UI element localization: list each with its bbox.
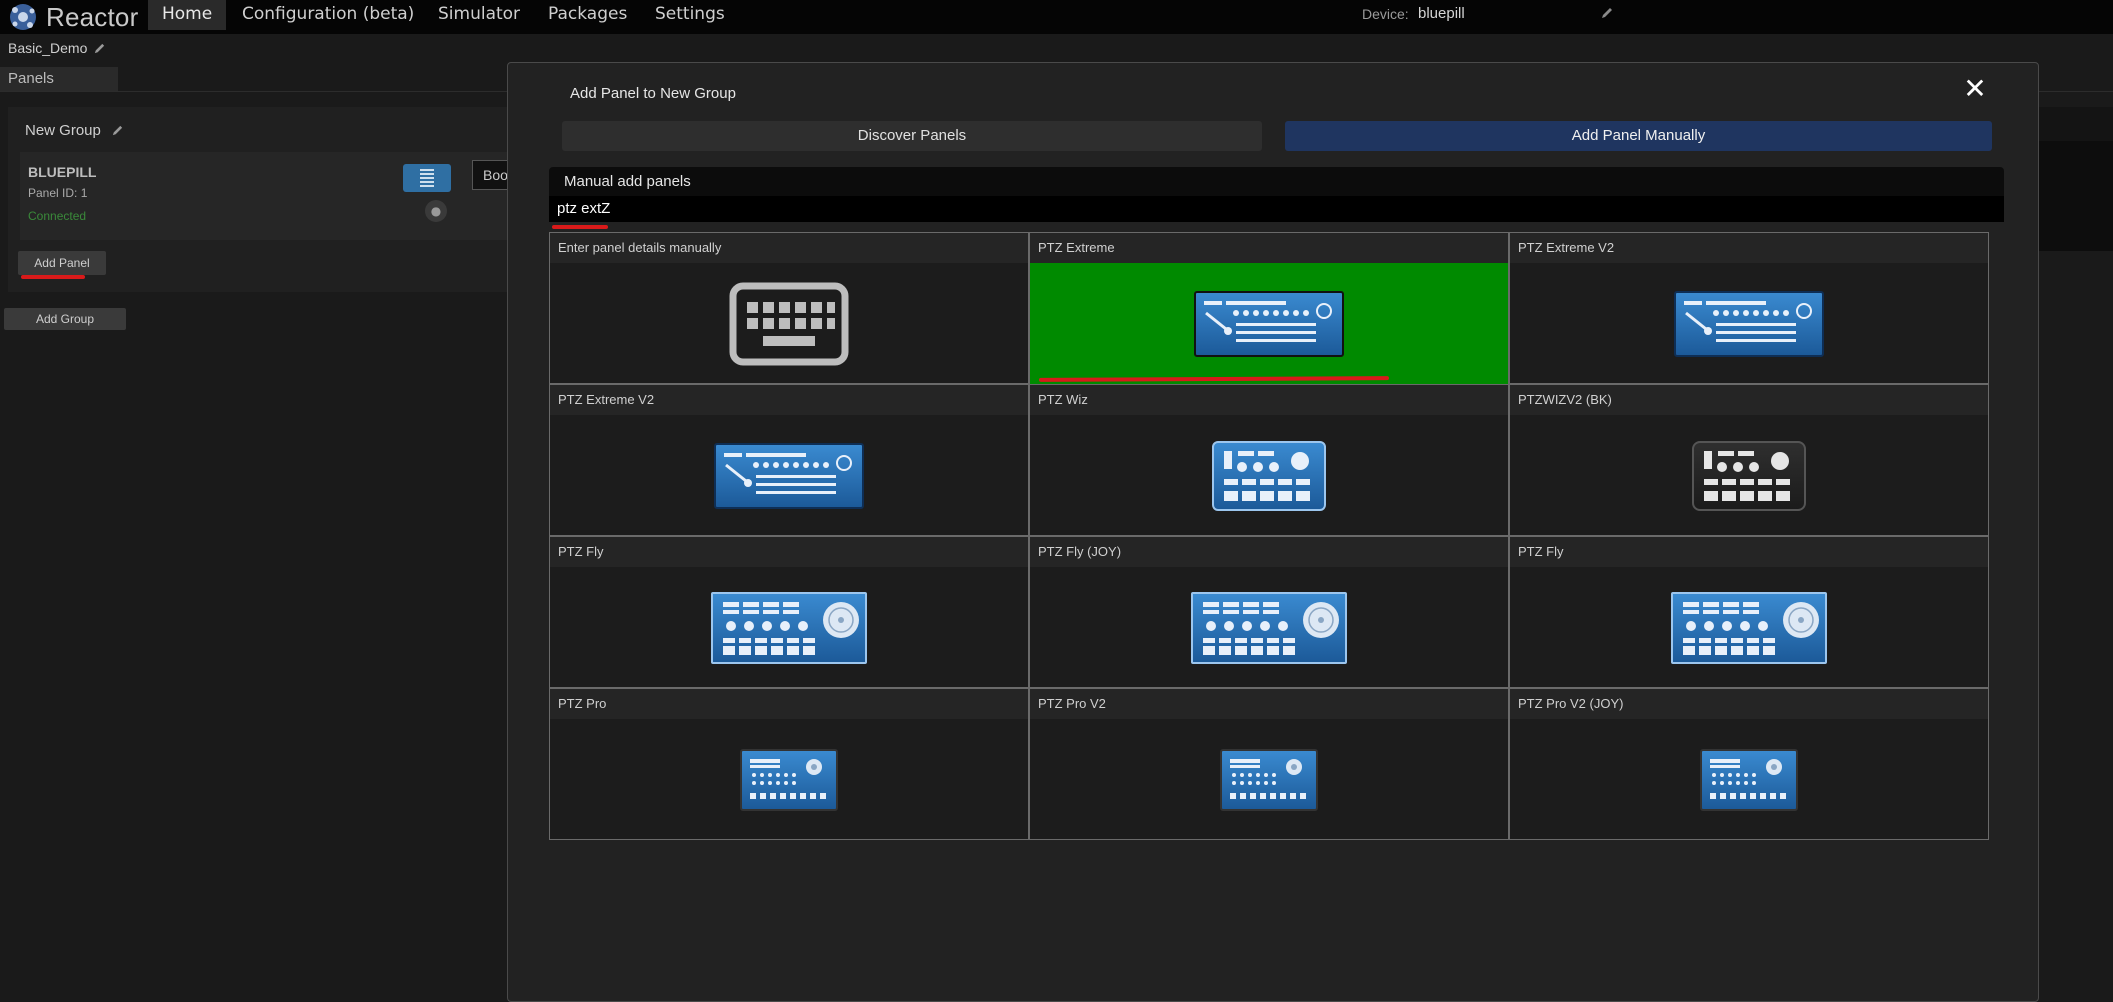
keyboard-icon [729,282,849,365]
add-panel-manually-button[interactable]: Add Panel Manually [1285,121,1992,151]
add-group-button[interactable]: Add Group [4,308,126,330]
panel-type-label: PTZ Pro V2 (JOY) [1510,689,1988,719]
panel-type-label: PTZ Extreme V2 [550,385,1028,415]
panel-type-label: PTZ Pro [550,689,1028,719]
panel-type-cell[interactable]: PTZWIZV2 (BK) [1509,384,1989,536]
panel-card[interactable]: BLUEPILL Panel ID: 1 Connected ● Boot [20,152,532,240]
tab-panels[interactable]: Panels [0,67,118,91]
nav-home[interactable]: Home [148,0,227,30]
app-logo[interactable]: Reactor [6,1,138,33]
app-name: Reactor [46,1,139,32]
top-nav-bar: Reactor Home Configuration (beta) Simula… [0,0,2113,34]
panel-type-image [550,263,1028,384]
group-title-row: New Group [25,122,124,139]
panel-type-cell[interactable]: PTZ Wiz [1029,384,1509,536]
panel-type-image [1030,567,1508,688]
panel-type-grid: Enter panel details manually PTZ Extreme [549,232,1989,840]
panel-type-cell[interactable]: PTZ Fly (JOY) [1029,536,1509,688]
reactor-logo-icon [10,4,36,30]
project-name[interactable]: Basic_Demo [8,40,87,56]
panel-type-cell[interactable]: PTZ Extreme V2 [1509,232,1989,384]
modal-title: Add Panel to New Group [570,85,736,102]
panel-type-label: PTZ Wiz [1030,385,1508,415]
device-edit-pencil-icon[interactable] [1600,6,1614,20]
panel-type-image [1510,263,1988,384]
panel-type-image [550,415,1028,536]
panel-group: New Group BLUEPILL Panel ID: 1 Connected… [8,107,532,292]
manual-add-title: Manual add panels [564,173,691,190]
panel-type-label: PTZWIZV2 (BK) [1510,385,1988,415]
panel-type-label: PTZ Extreme [1030,233,1508,263]
nav-simulator[interactable]: Simulator [424,0,534,30]
close-icon[interactable]: ✕ [1960,75,1990,105]
discover-panels-button[interactable]: Discover Panels [562,121,1262,151]
ptz-fly-device [1191,591,1347,664]
nav-settings[interactable]: Settings [641,0,739,30]
add-panel-modal: Add Panel to New Group ✕ Discover Panels… [507,62,2039,1002]
panel-name: BLUEPILL [28,164,97,180]
panel-id: Panel ID: 1 [28,186,88,200]
panel-type-label: PTZ Fly [1510,537,1988,567]
panel-type-image [1510,567,1988,688]
panel-search-input[interactable] [557,198,1157,218]
panel-type-label: Enter panel details manually [550,233,1028,263]
panel-type-image [550,567,1028,688]
panel-status: Connected [28,209,87,223]
ptz-pro-device [1220,748,1318,811]
ptz-wiz-device [1212,440,1326,511]
panel-type-label: PTZ Extreme V2 [1510,233,1988,263]
red-annotation-underline [21,275,85,279]
panel-thumbnail[interactable] [403,164,451,192]
panel-type-cell[interactable]: PTZ Fly [1509,536,1989,688]
panel-type-image [1030,719,1508,840]
ptz-extreme-device [714,442,864,509]
panel-type-cell[interactable]: PTZ Fly [549,536,1029,688]
ptz-extreme-device [1194,290,1344,357]
panel-type-label: PTZ Fly [550,537,1028,567]
ptz-extreme-device [1674,290,1824,357]
add-panel-button[interactable]: Add Panel [18,251,106,275]
ptz-pro-device [740,748,838,811]
panel-type-cell[interactable]: PTZ Extreme V2 [549,384,1029,536]
ptz-fly-device [1671,591,1827,664]
panel-type-image [1030,263,1508,384]
panel-type-cell[interactable]: PTZ Pro V2 [1029,688,1509,840]
search-row [549,196,2004,222]
panel-type-cell[interactable]: PTZ Pro V2 (JOY) [1509,688,1989,840]
panel-type-cell[interactable]: Enter panel details manually [549,232,1029,384]
panel-type-label: PTZ Pro V2 [1030,689,1508,719]
panel-type-image [550,719,1028,840]
panel-type-label: PTZ Fly (JOY) [1030,537,1508,567]
panel-type-cell[interactable]: PTZ Pro [549,688,1029,840]
device-label: Device: [1362,6,1409,22]
red-annotation-underline [552,225,608,229]
group-title[interactable]: New Group [25,122,101,139]
project-name-row: Basic_Demo [8,40,106,56]
panel-type-cell-selected[interactable]: PTZ Extreme [1029,232,1509,384]
panel-type-image [1510,415,1988,536]
nav-configuration[interactable]: Configuration (beta) [228,0,428,30]
ptz-fly-device [711,591,867,664]
nav-packages[interactable]: Packages [534,0,641,30]
panel-type-image [1030,415,1508,536]
panel-type-image [1510,719,1988,840]
project-edit-pencil-icon[interactable] [93,42,106,55]
device-value[interactable]: bluepill [1418,5,1465,22]
manual-add-header: Manual add panels [549,167,2004,196]
group-edit-pencil-icon[interactable] [111,124,124,137]
identify-bulb-icon[interactable]: ● [425,200,447,222]
ptz-wiz-dark-device [1692,440,1806,511]
ptz-pro-device [1700,748,1798,811]
